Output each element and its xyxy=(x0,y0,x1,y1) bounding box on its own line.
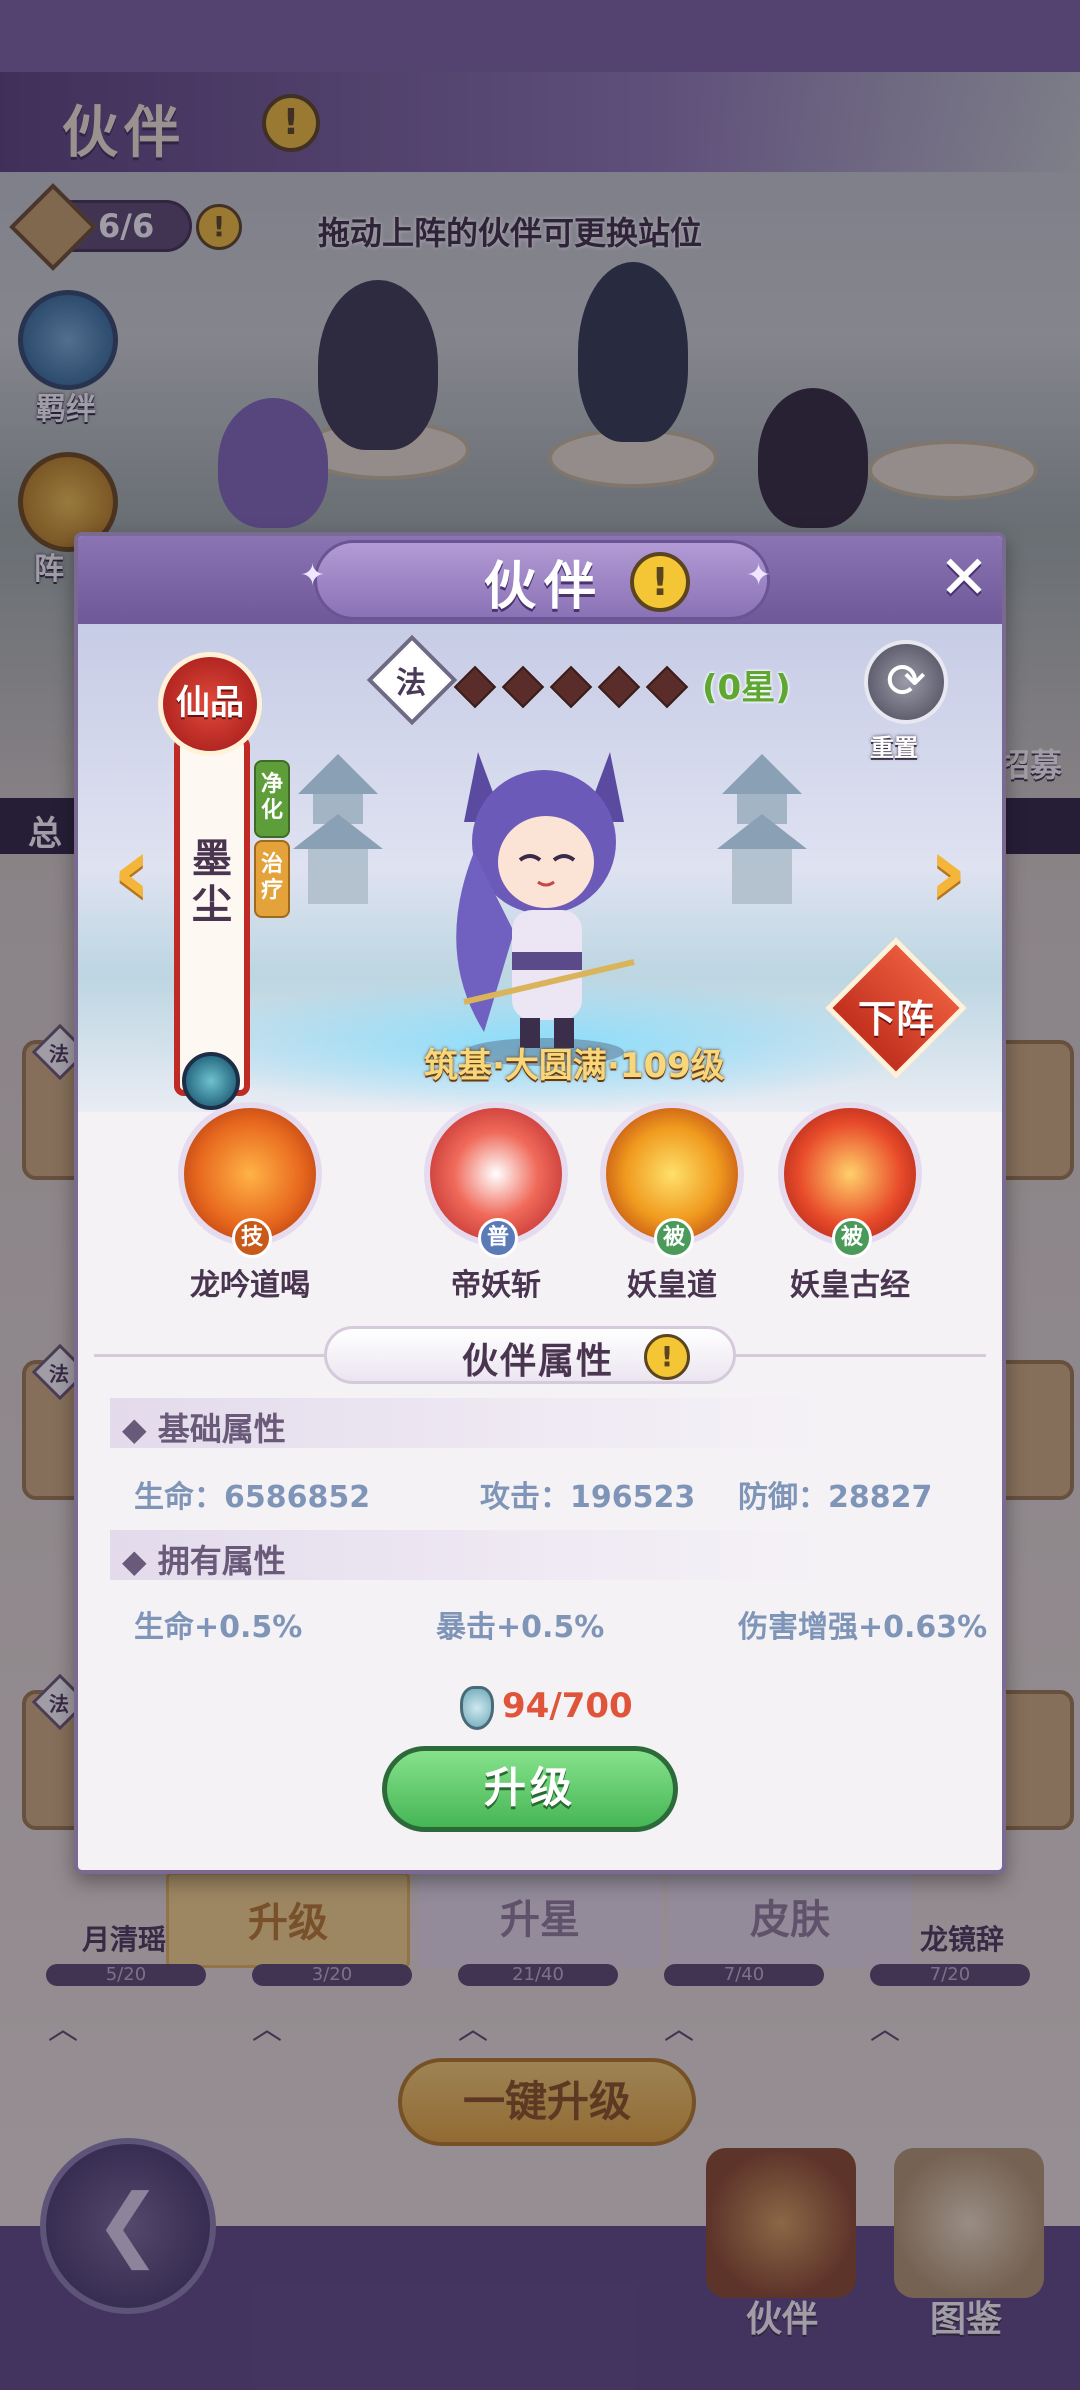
stat-value: 28827 xyxy=(828,1480,933,1515)
stat-hp: 生命：6586852 xyxy=(134,1472,370,1516)
attributes-title: 伙伴属性 xyxy=(462,1341,615,1382)
stat-label: 攻击： xyxy=(480,1480,570,1515)
next-hero-arrow-icon[interactable]: › xyxy=(918,823,978,922)
upgrade-button[interactable]: 升级 xyxy=(382,1746,678,1832)
stat-attack: 攻击：196523 xyxy=(480,1472,695,1516)
hero-character xyxy=(456,752,635,1066)
stat-value: 196523 xyxy=(570,1480,696,1515)
owned-stat: 伤害增强+0.63% xyxy=(738,1610,988,1645)
skill-badge: 被 xyxy=(654,1218,694,1258)
potion-icon xyxy=(460,1686,494,1730)
stat-label: 防御： xyxy=(738,1480,828,1515)
sparkle-icon: ✦ xyxy=(300,558,326,593)
close-icon[interactable]: ✕ xyxy=(934,548,994,610)
sparkle-icon: ✦ xyxy=(746,558,772,593)
divider xyxy=(736,1354,986,1357)
skill-badge: 技 xyxy=(232,1218,272,1258)
star-count: (0星) xyxy=(702,668,791,708)
element-tag-text: 法 xyxy=(396,666,426,701)
gem-icon xyxy=(182,1052,240,1110)
skill-name: 妖皇道 xyxy=(627,1268,717,1303)
undeploy-label[interactable]: 下阵 xyxy=(856,988,936,1043)
stat-value: 6586852 xyxy=(224,1480,371,1515)
attributes-info-icon[interactable]: ! xyxy=(644,1334,690,1380)
owned-stat: 生命+0.5% xyxy=(134,1610,303,1645)
base-attributes-title: ◆ 基础属性 xyxy=(122,1410,286,1448)
hero-level: 筑基·大圆满·109级 xyxy=(424,1046,725,1086)
stat-label: 生命： xyxy=(134,1480,224,1515)
reset-label[interactable]: 重置 xyxy=(870,728,918,763)
modal-title: 伙伴 xyxy=(484,557,605,617)
divider xyxy=(94,1354,324,1357)
modal-info-icon[interactable]: ! xyxy=(630,552,690,612)
skill-name: 妖皇古经 xyxy=(790,1268,910,1303)
skill-name: 龙吟道喝 xyxy=(190,1268,310,1303)
skill-badge: 普 xyxy=(478,1218,518,1258)
rarity-badge: 仙品 xyxy=(158,652,262,756)
owned-stat: 暴击+0.5% xyxy=(436,1610,605,1645)
trait-tag-heal: 治疗 xyxy=(254,840,290,918)
owned-attributes-label: 拥有属性 xyxy=(157,1542,286,1580)
hero-name: 墨尘 xyxy=(192,836,232,928)
skill-name: 帝妖斩 xyxy=(451,1268,541,1303)
skill-badge: 被 xyxy=(832,1218,872,1258)
pagoda-decoration xyxy=(717,754,807,904)
pagoda-decoration xyxy=(293,754,383,904)
stat-defense: 防御：28827 xyxy=(738,1472,932,1516)
upgrade-cost: 94/700 xyxy=(502,1686,633,1726)
owned-attributes-title: ◆ 拥有属性 xyxy=(122,1542,286,1580)
trait-tag-purify: 净化 xyxy=(254,760,290,838)
reset-icon[interactable]: ⟳ xyxy=(864,640,948,724)
partner-detail-modal: ✦ ✦ 伙伴 ! ✕ 仙品 墨尘 净化 治疗 法 (0星) ⟳ 重置 ‹ › 筑… xyxy=(74,532,1006,1874)
base-attributes-label: 基础属性 xyxy=(157,1410,286,1448)
prev-hero-arrow-icon[interactable]: ‹ xyxy=(102,823,162,922)
